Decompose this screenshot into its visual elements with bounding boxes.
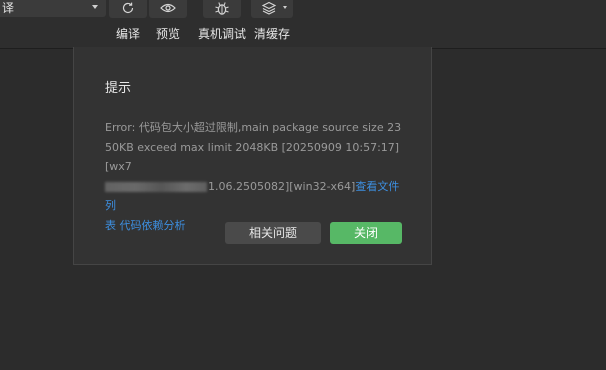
top-toolbar: 译 编译 预览 真机调试 清缓存 (0, 0, 606, 49)
refresh-icon (122, 2, 134, 14)
preview-tool[interactable]: 预览 (147, 0, 189, 42)
eye-icon (160, 3, 176, 13)
file-list-link-continued[interactable]: 表 (105, 219, 116, 232)
message-line-3: 1.06.2505082][win32-x64] (208, 179, 356, 193)
redacted-appid (105, 181, 207, 192)
preview-label: 预览 (155, 27, 180, 41)
layers-icon (261, 1, 276, 15)
message-line-1: Error: 代码包大小超过限制,main package source siz… (105, 121, 402, 134)
clear-cache-label: 清缓存 (253, 27, 290, 41)
related-issues-button[interactable]: 相关问题 (225, 222, 321, 244)
bug-icon (215, 2, 229, 15)
error-dialog: 提示 Error: 代码包大小超过限制,main package source … (73, 47, 432, 265)
compile-tool[interactable]: 编译 (107, 0, 149, 42)
message-line-2: 50KB exceed max limit 2048KB [20250909 1… (105, 140, 400, 174)
cache-dropdown-chevron-icon[interactable] (283, 6, 287, 9)
dialog-message: Error: 代码包大小超过限制,main package source siz… (105, 118, 405, 235)
compile-mode-select[interactable]: 译 (0, 0, 106, 17)
dependency-analysis-link[interactable]: 代码依赖分析 (120, 219, 186, 232)
dialog-title: 提示 (105, 81, 132, 96)
compile-mode-value: 译 (2, 1, 15, 15)
compile-label: 编译 (115, 27, 140, 41)
preview-button[interactable] (149, 0, 187, 18)
real-debug-button[interactable] (203, 0, 241, 18)
clear-cache-tool[interactable]: 清缓存 (250, 0, 294, 42)
close-button[interactable]: 关闭 (330, 222, 402, 244)
real-debug-label: 真机调试 (198, 27, 247, 41)
real-debug-tool[interactable]: 真机调试 (198, 0, 246, 42)
compile-button[interactable] (109, 0, 147, 18)
clear-cache-button[interactable] (251, 0, 293, 18)
chevron-down-icon (92, 5, 98, 9)
